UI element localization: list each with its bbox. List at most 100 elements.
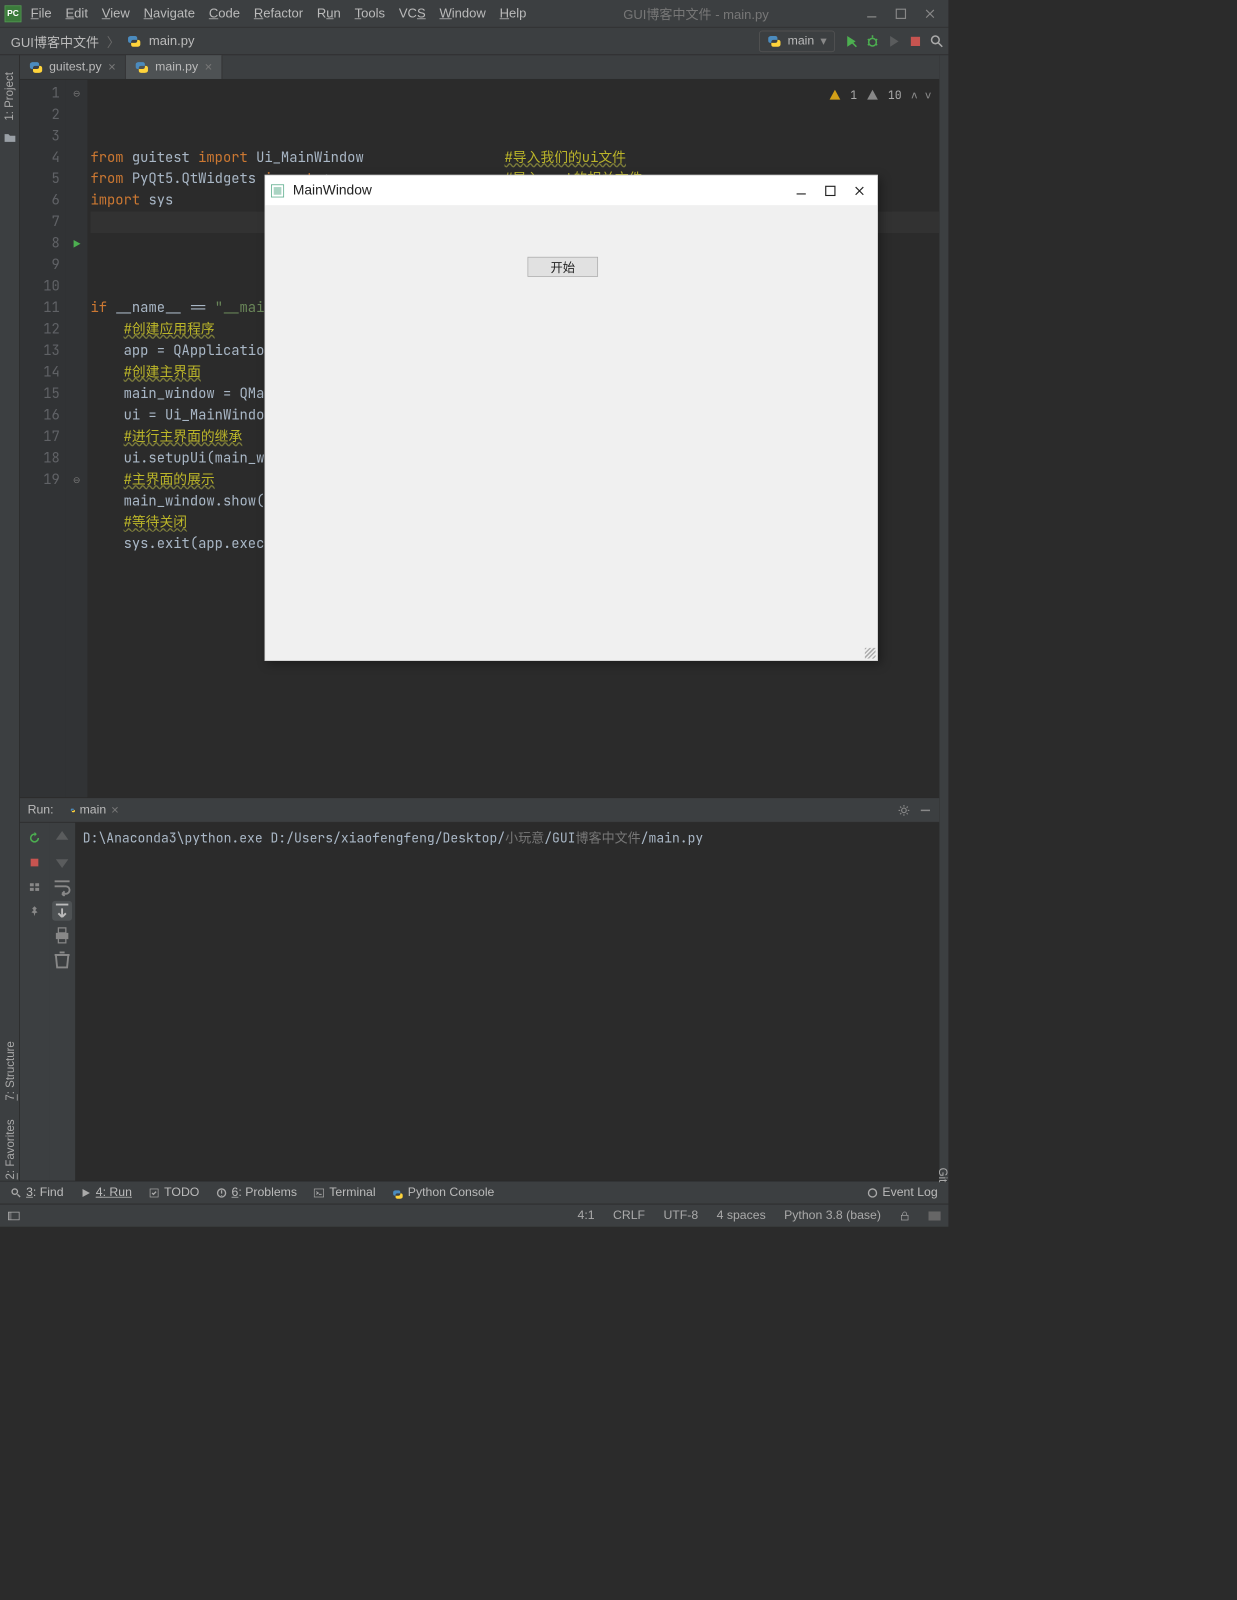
tool-find[interactable]: 3: Find (11, 1186, 64, 1200)
bottom-tool-tabs: 3: Find 4: Run TODO 6: Problems Terminal… (0, 1181, 948, 1204)
run-header: Run: main ✕ (20, 798, 939, 823)
python-icon (61, 803, 75, 817)
search-everywhere-icon[interactable] (930, 34, 944, 48)
run-coverage-icon[interactable] (887, 34, 901, 48)
run-button-icon[interactable] (844, 34, 858, 48)
menu-window[interactable]: Window (439, 6, 485, 21)
softwrap-icon[interactable] (52, 876, 72, 896)
scroll-to-end-icon[interactable] (52, 901, 72, 921)
status-indent[interactable]: 4 spaces (717, 1209, 766, 1223)
tool-problems[interactable]: 6: Problems (216, 1186, 297, 1200)
main-menu: File Edit View Navigate Code Refactor Ru… (28, 6, 527, 21)
widescreen-icon[interactable] (928, 1211, 940, 1220)
weak-warning-icon (866, 89, 878, 101)
warning-count-2: 10 (888, 84, 902, 105)
tab-main[interactable]: main.py ✕ (126, 55, 223, 79)
resize-grip-icon[interactable] (865, 648, 876, 659)
run-config-select[interactable]: main ▾ (759, 30, 835, 51)
menu-vcs[interactable]: VCS (399, 6, 426, 21)
folder-icon[interactable] (3, 131, 15, 143)
pycharm-logo: PC (5, 5, 22, 22)
breadcrumb-sep: 〉 (107, 31, 120, 50)
tab-label: guitest.py (49, 60, 102, 74)
layout-icon[interactable] (24, 876, 45, 897)
inspection-widget[interactable]: 1 10 ∧ ∨ (829, 84, 932, 105)
mainwindow-title: MainWindow (293, 182, 372, 198)
editor-tabs: guitest.py ✕ main.py ✕ (20, 55, 939, 80)
right-side-tool: Git (936, 1168, 948, 1183)
minimize-icon[interactable] (866, 7, 878, 19)
python-file-icon (127, 34, 141, 48)
mainwindow-titlebar[interactable]: MainWindow (265, 176, 877, 207)
status-position[interactable]: 4:1 (578, 1209, 595, 1223)
breadcrumb-file[interactable]: main.py (149, 33, 195, 48)
stop-button-icon[interactable] (909, 34, 923, 48)
python-file-icon (29, 60, 43, 74)
window-title: GUI博客中文件 - main.py (526, 4, 865, 23)
debug-button-icon[interactable] (866, 34, 880, 48)
run-config-label: main (788, 34, 815, 48)
stop-icon[interactable] (24, 852, 45, 873)
menu-view[interactable]: View (102, 6, 130, 21)
tool-python-console[interactable]: Python Console (392, 1186, 494, 1200)
right-tool-gutter (939, 55, 948, 1181)
status-encoding[interactable]: UTF-8 (663, 1209, 698, 1223)
tab-label: main.py (155, 60, 198, 74)
breadcrumb-root[interactable]: GUI博客中文件 (11, 31, 99, 50)
chevron-down-icon: ▾ (820, 33, 826, 48)
run-toolwindow: Run: main ✕ (20, 797, 939, 1180)
tab-close-icon[interactable]: ✕ (204, 61, 212, 73)
event-log[interactable]: Event Log (867, 1186, 938, 1200)
tab-guitest[interactable]: guitest.py ✕ (20, 55, 126, 79)
tool-windows-icon[interactable] (8, 1209, 20, 1221)
tool-terminal[interactable]: Terminal (314, 1186, 376, 1200)
status-eol[interactable]: CRLF (613, 1209, 645, 1223)
fold-gutter: ⊖⊖ (66, 80, 87, 798)
tool-todo[interactable]: TODO (149, 1186, 200, 1200)
run-left-toolbar-2 (49, 823, 75, 1181)
close-icon[interactable] (924, 7, 936, 19)
tool-run[interactable]: 4: Run (80, 1186, 131, 1200)
menu-file[interactable]: File (31, 6, 52, 21)
warning-count-1: 1 (850, 84, 857, 105)
tool-project[interactable]: 1: Project (3, 66, 16, 127)
tab-close-icon[interactable]: ✕ (111, 804, 119, 816)
minimize-icon[interactable] (796, 185, 807, 196)
maximize-icon[interactable] (895, 7, 907, 19)
gear-icon[interactable] (889, 804, 910, 816)
maximize-icon[interactable] (825, 185, 836, 196)
run-body: D:\Anaconda3\python.exe D:/Users/xiaofen… (20, 823, 939, 1181)
window-controls (866, 7, 949, 19)
menu-tools[interactable]: Tools (355, 6, 385, 21)
trash-icon[interactable] (52, 950, 72, 970)
print-icon[interactable] (52, 925, 72, 945)
rerun-icon[interactable] (24, 827, 45, 848)
run-console-output[interactable]: D:\Anaconda3\python.exe D:/Users/xiaofen… (75, 823, 939, 1181)
breadcrumb: GUI博客中文件 〉 main.py (11, 31, 195, 50)
start-button[interactable]: 开始 (527, 257, 598, 277)
ide-titlebar: PC File Edit View Navigate Code Refactor… (0, 0, 948, 28)
down-icon[interactable] (52, 852, 72, 872)
menu-navigate[interactable]: Navigate (144, 6, 195, 21)
app-mainwindow[interactable]: MainWindow 开始 (265, 175, 878, 661)
status-interpreter[interactable]: Python 3.8 (base) (784, 1209, 881, 1223)
menu-help[interactable]: Help (500, 6, 527, 21)
tab-close-icon[interactable]: ✕ (108, 61, 116, 73)
lock-icon[interactable] (899, 1210, 910, 1221)
menu-code[interactable]: Code (209, 6, 240, 21)
tool-git[interactable]: Git (936, 1168, 949, 1183)
status-bar: 4:1 CRLF UTF-8 4 spaces Python 3.8 (base… (0, 1204, 948, 1227)
app-icon (270, 183, 285, 198)
nav-bar: GUI博客中文件 〉 main.py main ▾ (0, 28, 948, 56)
menu-edit[interactable]: Edit (65, 6, 87, 21)
python-icon (768, 34, 782, 48)
up-icon[interactable] (52, 827, 72, 847)
pin-icon[interactable] (24, 901, 45, 922)
close-icon[interactable] (854, 185, 865, 196)
tool-favorites[interactable]: 2: Favorites (3, 1119, 16, 1179)
menu-refactor[interactable]: Refactor (254, 6, 303, 21)
mainwindow-body: 开始 (265, 206, 877, 660)
menu-run[interactable]: Run (317, 6, 341, 21)
tool-structure[interactable]: 7: Structure (3, 1041, 16, 1100)
hide-icon[interactable] (910, 804, 931, 816)
